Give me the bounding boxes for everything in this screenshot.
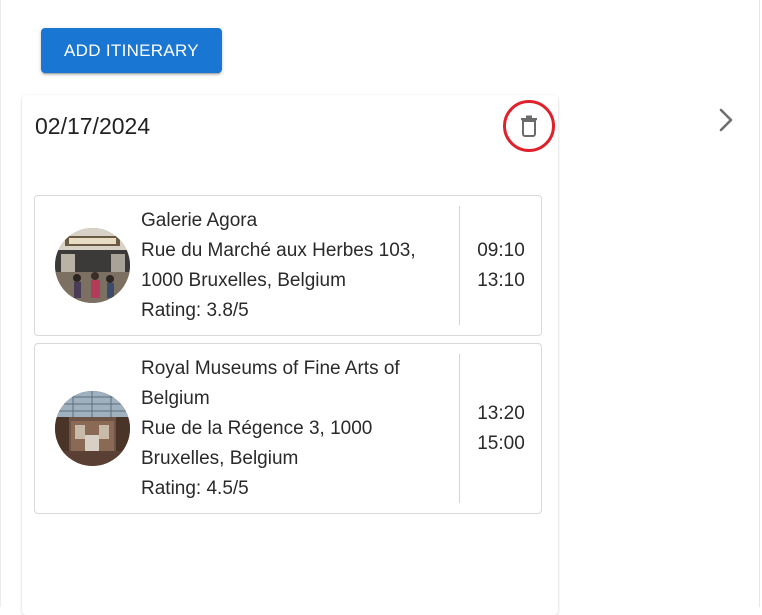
add-itinerary-button[interactable]: ADD ITINERARY	[41, 28, 222, 73]
stop-times: 09:10 13:10	[460, 236, 542, 296]
stop-rating: Rating: 3.8/5	[141, 300, 249, 321]
trash-icon	[521, 115, 537, 137]
stop-address-line1: Rue du Marché aux Herbes 103,	[141, 240, 416, 261]
stop-name-line2: Belgium	[141, 388, 210, 409]
stop-name: Galerie Agora	[141, 210, 258, 231]
stop-address-line2: Bruxelles, Belgium	[141, 448, 299, 469]
stop-name-line1: Royal Museums of Fine Arts of	[141, 358, 400, 379]
stop-address-line1: Rue de la Régence 3, 1000	[141, 418, 373, 439]
delete-itinerary-button[interactable]	[503, 100, 555, 152]
stop-end-time: 13:10	[477, 270, 525, 291]
itinerary-stop[interactable]: Galerie Agora Rue du Marché aux Herbes 1…	[34, 195, 542, 336]
stop-end-time: 15:00	[477, 433, 525, 454]
itinerary-stop[interactable]: Royal Museums of Fine Arts of Belgium Ru…	[34, 343, 542, 514]
stop-details: Galerie Agora Rue du Marché aux Herbes 1…	[141, 206, 441, 326]
itinerary-card: 02/17/2024 Galerie Agora Rue du Marché a…	[22, 95, 558, 615]
stop-start-time: 09:10	[477, 240, 525, 261]
stop-rating: Rating: 4.5/5	[141, 478, 249, 499]
place-photo	[55, 391, 130, 466]
stop-times: 13:20 15:00	[460, 399, 542, 459]
stop-details: Royal Museums of Fine Arts of Belgium Ru…	[141, 354, 441, 504]
stop-start-time: 13:20	[477, 403, 525, 424]
itinerary-date: 02/17/2024	[35, 113, 151, 139]
place-photo	[55, 228, 130, 303]
next-day-button[interactable]	[712, 104, 740, 136]
stop-address-line2: 1000 Bruxelles, Belgium	[141, 270, 346, 291]
chevron-right-icon	[719, 108, 733, 132]
